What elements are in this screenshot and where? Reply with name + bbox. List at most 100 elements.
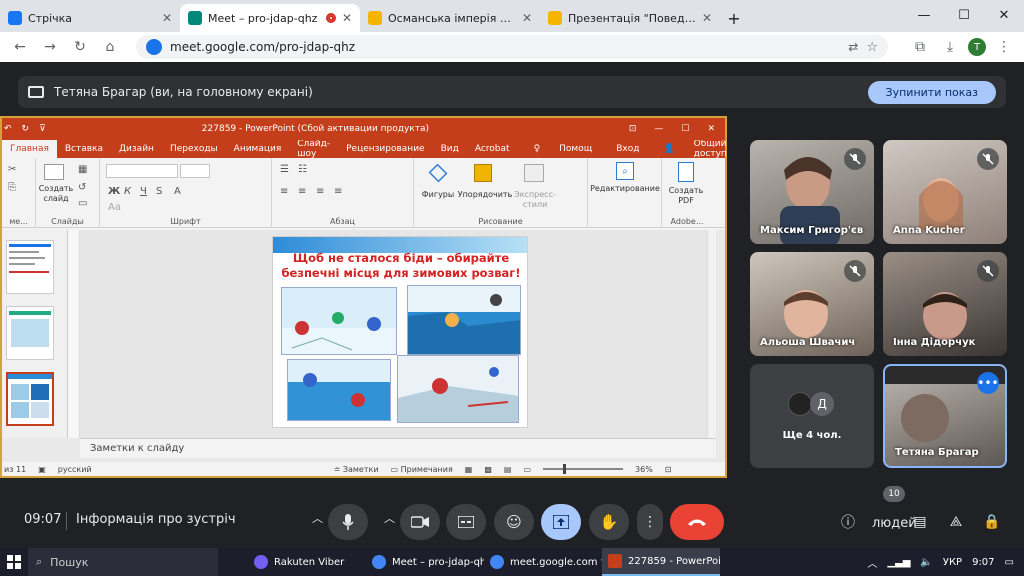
align-left-icon[interactable]: ≡ — [280, 186, 288, 197]
shapes-button[interactable]: Фигуры — [418, 190, 458, 200]
close-icon[interactable]: ✕ — [162, 11, 172, 25]
copy-icon[interactable]: ⎘ — [8, 182, 16, 193]
slide-thumbnail-selected[interactable] — [6, 372, 54, 426]
font-color-icon[interactable]: A — [174, 186, 181, 197]
chevron-up-icon[interactable]: ︿ — [312, 510, 323, 526]
taskbar-item-viber[interactable]: Rakuten Viber — [248, 548, 366, 576]
windows-start-icon[interactable] — [0, 548, 28, 576]
emoji-button[interactable]: ☺ — [494, 504, 534, 540]
undo-icon[interactable]: ↶ — [4, 124, 12, 134]
font-misc-icon[interactable]: Аа — [108, 202, 121, 213]
bookmark-star-icon[interactable]: ☆ — [866, 40, 878, 55]
taskbar-item-meet[interactable]: Meet – pro-jdap-qhz... — [366, 548, 484, 576]
menu-icon[interactable]: ⋮ — [992, 35, 1016, 59]
participant-tile[interactable]: Інна Дідорчук — [883, 252, 1007, 356]
maximize-icon[interactable]: ☐ — [681, 124, 689, 134]
chevron-up-icon[interactable]: ︿ — [384, 510, 395, 526]
participant-tile[interactable]: Anna Kucher — [883, 140, 1007, 244]
layout-icon[interactable]: ▦ — [78, 164, 87, 175]
create-slide-button[interactable]: Создать слайд — [38, 184, 74, 204]
more-options-button[interactable]: ⋮ — [637, 504, 663, 540]
slideshow-view-icon[interactable]: ▭ — [523, 465, 531, 474]
site-info-icon[interactable] — [146, 39, 162, 55]
justify-icon[interactable]: ≡ — [334, 186, 342, 197]
camera-button[interactable] — [400, 504, 440, 540]
close-icon[interactable]: ✕ — [522, 11, 532, 25]
notes-pane[interactable]: Заметки к слайду — [80, 438, 716, 458]
zoom-slider[interactable] — [543, 464, 624, 474]
close-icon[interactable]: ✕ — [702, 11, 712, 25]
comments-toggle[interactable]: ▭ Примечания — [391, 465, 453, 474]
notes-toggle[interactable]: ≐ Заметки — [334, 465, 379, 474]
sorter-view-icon[interactable]: ▩ — [484, 465, 492, 474]
thumbnail-scrollbar[interactable] — [68, 230, 80, 438]
ribbon-display-icon[interactable]: ⊡ — [629, 124, 637, 134]
taskbar-item-meet-2[interactable]: meet.google.com тр... — [484, 548, 602, 576]
normal-view-icon[interactable]: ▦ — [465, 465, 473, 474]
pdf-icon[interactable] — [678, 162, 694, 182]
close-window-icon[interactable]: ✕ — [984, 0, 1024, 30]
shapes-icon[interactable] — [428, 163, 448, 183]
activities-icon[interactable]: ⟁ — [946, 512, 966, 532]
bold-icon[interactable]: Ж — [108, 186, 120, 197]
participant-tile[interactable]: Максим Григор'єв — [750, 140, 874, 244]
italic-icon[interactable]: К — [124, 186, 131, 197]
raise-hand-button[interactable]: ✋ — [589, 504, 629, 540]
profile-avatar[interactable]: T — [968, 38, 986, 56]
spellcheck-icon[interactable]: ▣ — [38, 465, 46, 474]
translate-icon[interactable]: ⇄ — [848, 40, 858, 54]
sign-in-link[interactable]: Вход — [608, 140, 647, 158]
share-button[interactable]: 👤 Общий доступ — [647, 139, 742, 159]
fit-slide-icon[interactable]: ⊡ — [665, 465, 672, 474]
tab-animation[interactable]: Анимация — [226, 140, 290, 158]
minimize-icon[interactable]: — — [904, 0, 944, 30]
extensions-icon[interactable]: ⧉ — [908, 35, 932, 59]
tab-review[interactable]: Рецензирование — [338, 140, 432, 158]
font-size-box[interactable] — [180, 164, 210, 178]
taskbar-clock[interactable]: 9:07 — [972, 557, 994, 568]
more-participants-tile[interactable]: Д Ще 4 чол. — [750, 364, 874, 468]
tab-transitions[interactable]: Переходы — [162, 140, 226, 158]
bullets-icon[interactable]: ☰ — [280, 164, 289, 175]
tab-slideshow[interactable]: Слайд-шоу — [289, 139, 338, 159]
new-slide-icon[interactable] — [44, 164, 64, 180]
url-text[interactable]: meet.google.com/pro-jdap-qhz — [170, 40, 840, 54]
self-tile[interactable]: ••• Тетяна Брагар — [883, 364, 1007, 468]
download-icon[interactable]: ⤓ — [938, 35, 962, 59]
home-icon[interactable]: ⌂ — [98, 35, 122, 59]
participant-tile[interactable]: Альоша Швачич — [750, 252, 874, 356]
forward-icon[interactable]: → — [38, 35, 62, 59]
close-icon[interactable]: ✕ — [707, 124, 715, 134]
zoom-level[interactable]: 36% — [635, 465, 653, 474]
tab-home[interactable]: Главная — [2, 140, 57, 158]
language-indicator[interactable]: УКР — [943, 557, 962, 568]
create-pdf-button[interactable]: Создать PDF — [662, 186, 710, 206]
tab-help[interactable]: ♀ Помощ — [518, 140, 609, 158]
section-icon[interactable]: ▭ — [78, 198, 87, 209]
taskbar-search[interactable]: ⌕ Пошук — [28, 548, 218, 576]
info-icon[interactable]: ⓘ — [838, 512, 858, 532]
language-indicator[interactable]: русский — [58, 465, 92, 474]
align-right-icon[interactable]: ≡ — [316, 186, 324, 197]
customize-icon[interactable]: ⊽ — [39, 124, 46, 134]
reset-icon[interactable]: ↺ — [78, 182, 86, 193]
underline-icon[interactable]: Ч — [140, 186, 147, 197]
close-icon[interactable]: ✕ — [342, 11, 352, 25]
network-icon[interactable]: ▁▃▅ — [887, 557, 910, 568]
reload-icon[interactable]: ↻ — [68, 35, 92, 59]
shadow-icon[interactable]: S — [156, 186, 162, 197]
browser-tab-presentation[interactable]: Презентація "Поведінка на ль ✕ — [540, 4, 720, 32]
cut-icon[interactable]: ✂ — [8, 164, 16, 175]
arrange-button[interactable]: Упорядочить — [456, 190, 514, 200]
taskbar-item-powerpoint[interactable]: 227859 - PowerPoint ... — [602, 548, 720, 576]
captions-button[interactable] — [446, 504, 486, 540]
microphone-button[interactable] — [328, 504, 368, 540]
browser-tab-meet[interactable]: Meet – pro-jdap-qhz ✕ — [180, 4, 360, 32]
slide-scrollbar[interactable] — [707, 230, 716, 438]
find-icon[interactable]: ⌕ — [616, 162, 634, 180]
new-tab-button[interactable]: + — [720, 4, 748, 32]
zoom-thumb[interactable] — [563, 464, 567, 474]
volume-icon[interactable]: 🔈 — [920, 557, 932, 568]
browser-tab-ottoman[interactable]: Османська імперія в XVI-XVII с ✕ — [360, 4, 540, 32]
present-now-button[interactable] — [541, 504, 581, 540]
